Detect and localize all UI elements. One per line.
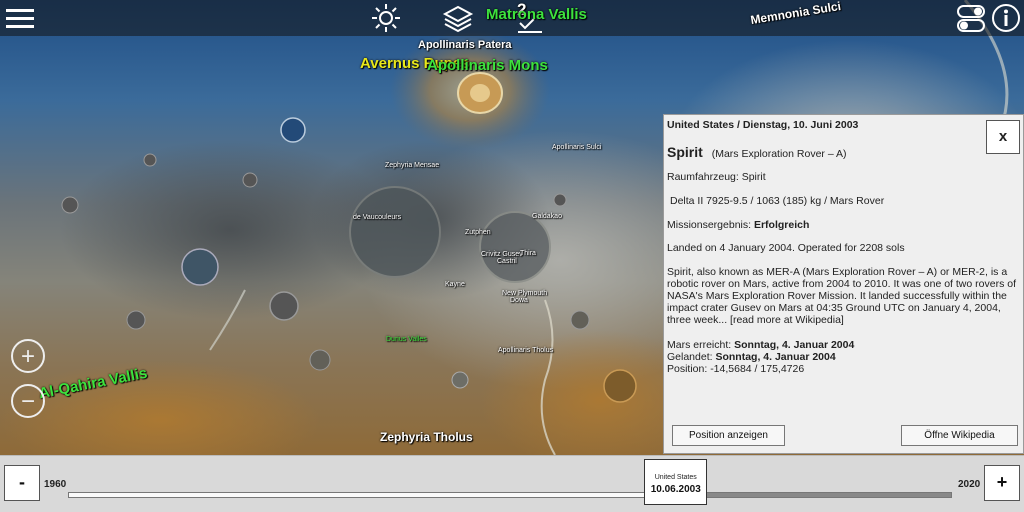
timeline-bar: - 1960 United States 10.06.2003 2020 + <box>0 455 1024 512</box>
mission-subtitle: (Mars Exploration Rover – A) <box>711 148 847 160</box>
map-label-apollinaris-sulci[interactable]: Apollinaris Sulci <box>552 144 601 151</box>
map-label-galdakao[interactable]: Galdakao <box>532 213 562 220</box>
timeline-track[interactable] <box>68 492 952 498</box>
mars-reached-row: Mars erreicht: Sonntag, 4. Januar 2004 <box>667 339 1019 351</box>
timeline-end-year: 2020 <box>958 479 981 490</box>
landed-value: Sonntag, 4. Januar 2004 <box>715 351 836 363</box>
map-label-gusev[interactable]: Crivitz Gusev <box>481 251 523 258</box>
zoom-out-button[interactable]: − <box>11 384 45 418</box>
mars-reached-value: Sonntag, 4. Januar 2004 <box>734 339 855 351</box>
map-label-dowa[interactable]: Dowa <box>510 297 528 304</box>
timeline-plus-button[interactable]: + <box>984 465 1020 501</box>
info-icon[interactable] <box>990 2 1022 34</box>
timeline-thumb[interactable]: United States 10.06.2003 <box>644 459 708 505</box>
mission-result-label: Missionsergebnis: <box>667 219 752 231</box>
map-label-new-plymouth[interactable]: New Plymouth <box>502 290 547 297</box>
timeline-thumb-date: 10.06.2003 <box>650 484 701 495</box>
timeline-start-year: 1960 <box>44 479 67 490</box>
mars-reached-label: Mars erreicht: <box>667 339 732 351</box>
toggle-switch-icon[interactable] <box>955 2 987 34</box>
map-label-apollinaris-patera[interactable]: Apollinaris Patera <box>418 39 512 51</box>
map-label-apollinaris-tholus[interactable]: Apollinaris Tholus <box>498 347 553 354</box>
map-label-zutphen[interactable]: Zutphen <box>465 229 491 236</box>
mission-result-value: Erfolgreich <box>753 219 810 231</box>
timeline-minus-button[interactable]: - <box>4 465 40 501</box>
mission-name: Spirit <box>667 144 703 160</box>
mission-info-panel: United States / Dienstag, 10. Juni 2003 … <box>663 114 1024 454</box>
landed-row: Gelandet: Sonntag, 4. Januar 2004 <box>667 351 1019 363</box>
layers-icon[interactable] <box>442 2 474 34</box>
timeline-thumb-country: United States <box>654 474 697 481</box>
map-label-apollinaris-mons[interactable]: Apollinaris Mons <box>427 57 548 74</box>
landed-text: Landed on 4 January 2004. Operated for 2… <box>667 242 905 254</box>
show-position-button[interactable]: Position anzeigen <box>672 425 785 446</box>
position-text: Position: -14,5684 / 175,4726 <box>667 363 805 375</box>
timeline-progress <box>69 493 676 497</box>
info-header: United States / Dienstag, 10. Juni 2003 <box>667 119 859 131</box>
mission-title: Spirit (Mars Exploration Rover – A) <box>667 144 1019 160</box>
launch-specs-text: Delta II 7925-9.5 / 1063 (185) kg / Mars… <box>670 195 885 207</box>
map-label-matrona-vallis[interactable]: Matrona Vallis <box>486 6 587 23</box>
map-label-castril[interactable]: Castril <box>497 258 517 265</box>
sun-icon[interactable] <box>370 2 402 34</box>
map-label-thira[interactable]: Thira <box>520 250 536 257</box>
map-label-durius-valles[interactable]: Durius Valles <box>386 336 427 343</box>
mission-result: Missionsergebnis: Erfolgreich <box>667 219 1019 231</box>
spacecraft-text: Raumfahrzeug: Spirit <box>667 171 766 183</box>
map-label-kayne[interactable]: Kayne <box>445 281 465 288</box>
zoom-in-button[interactable]: + <box>11 339 45 373</box>
map-label-zephyria-tholus[interactable]: Zephyria Tholus <box>380 430 473 444</box>
open-wikipedia-button[interactable]: Öffne Wikipedia <box>901 425 1018 446</box>
mission-description[interactable]: Spirit, also known as MER-A (Mars Explor… <box>667 266 1019 326</box>
app-viewport: 2 Matrona Vallis Memnonia Sulci Apollina… <box>0 0 1024 512</box>
map-label-de-vaucouleurs[interactable]: de Vaucouleurs <box>353 214 401 221</box>
landed-label: Gelandet: <box>667 351 713 363</box>
hamburger-menu-icon[interactable] <box>4 2 36 34</box>
map-label-zephyria-mensae[interactable]: Zephyria Mensae <box>385 162 439 169</box>
